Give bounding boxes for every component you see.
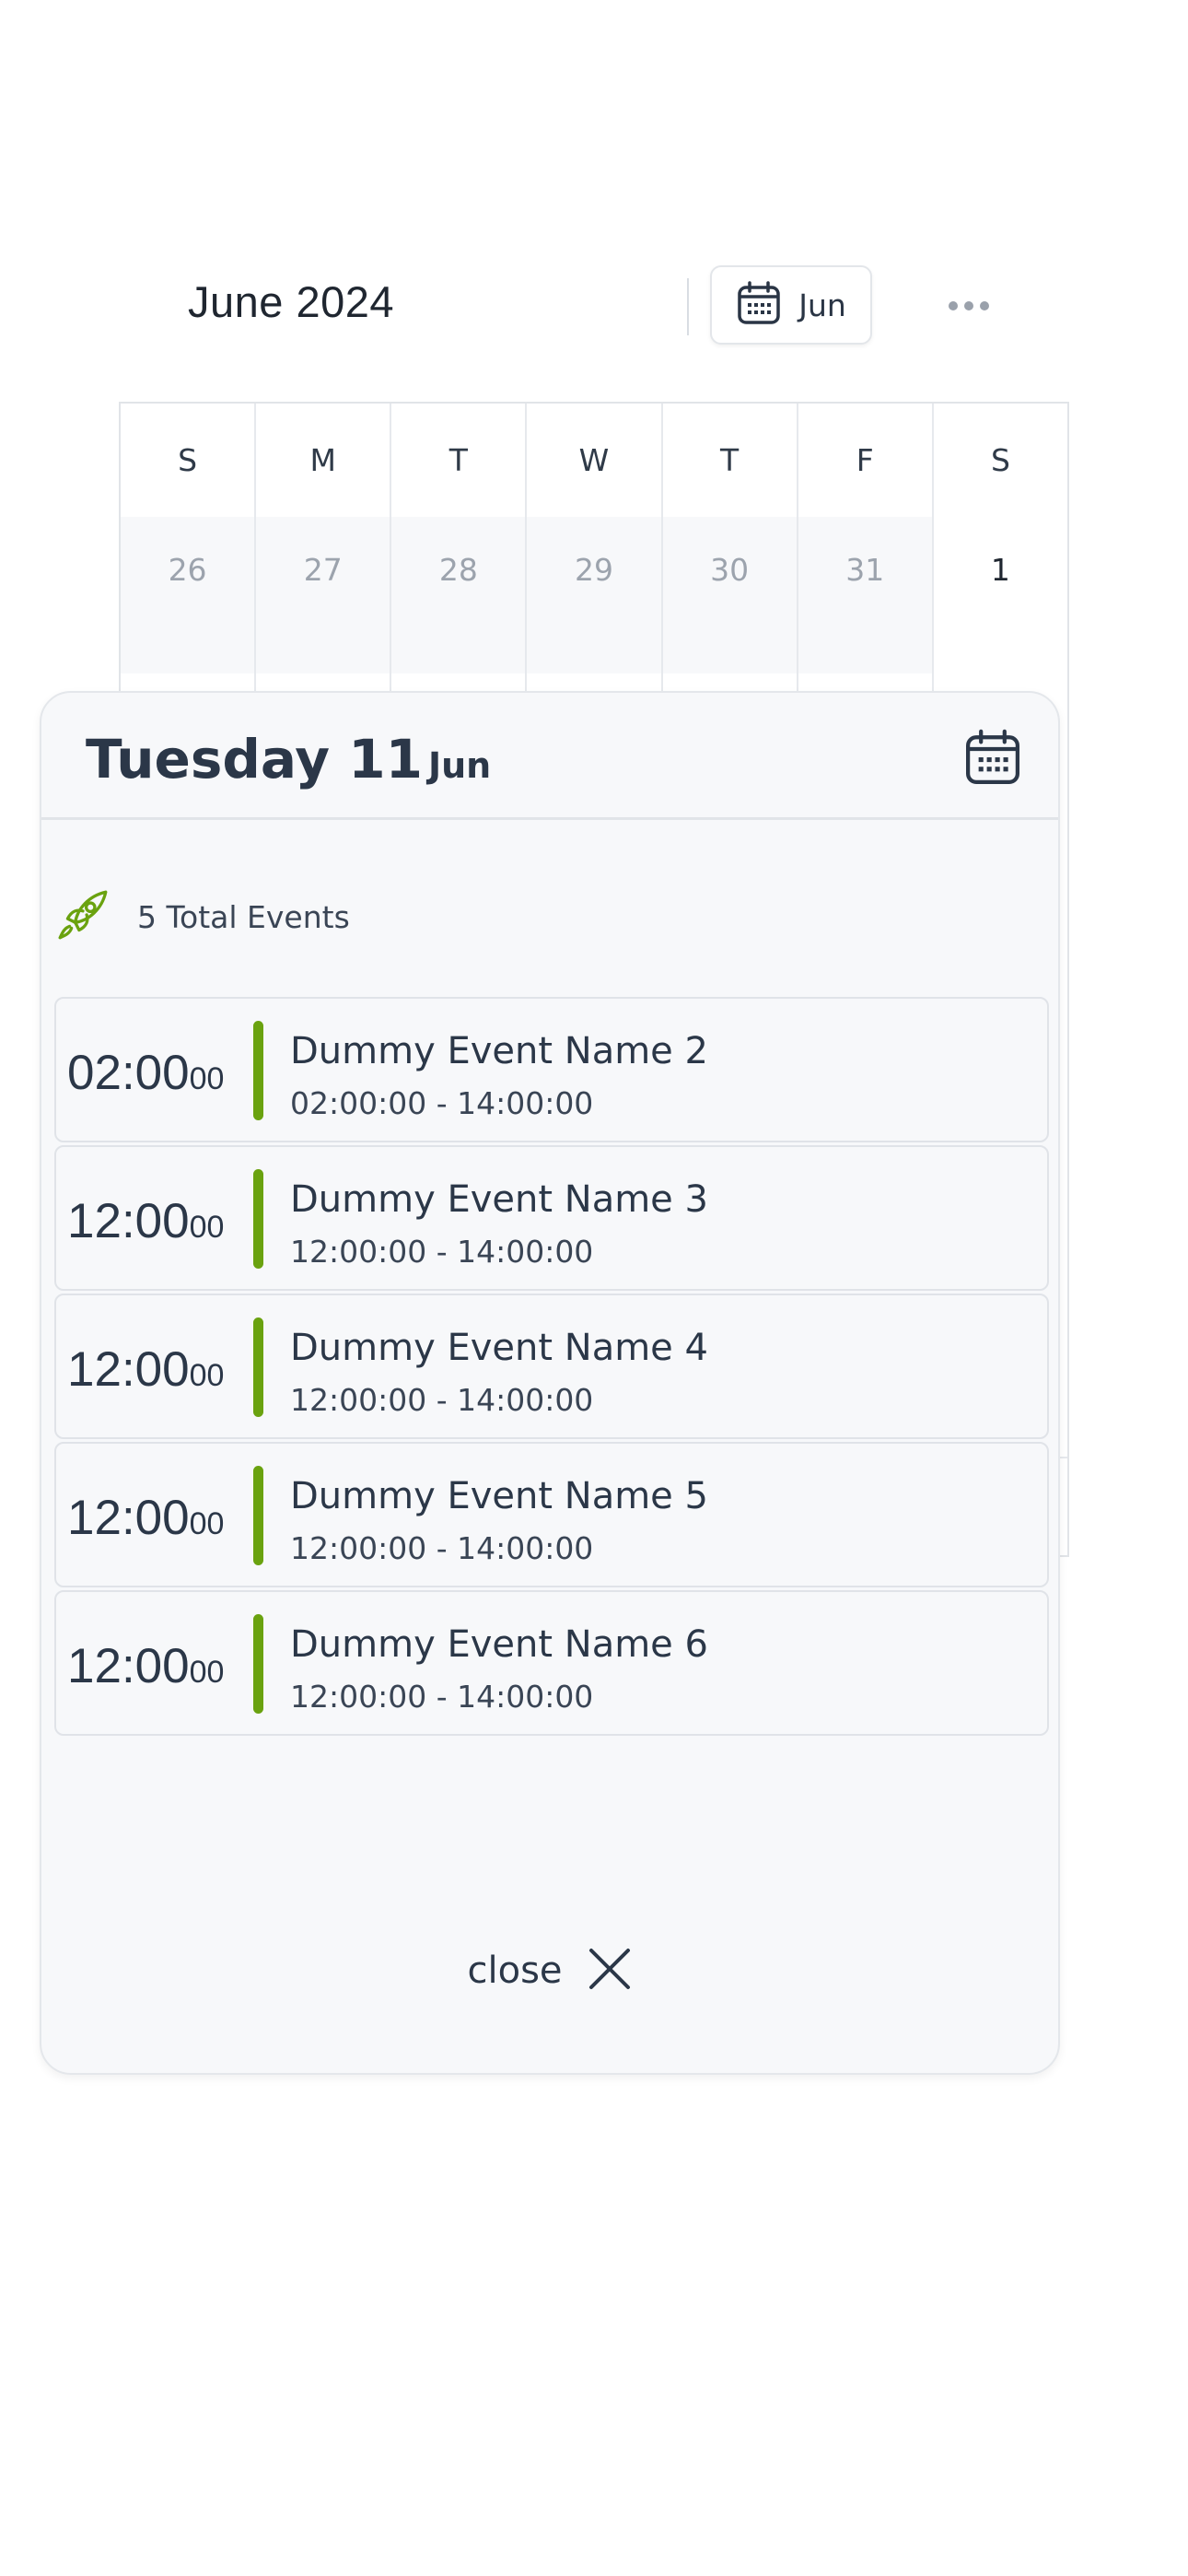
event-start-time: 12:0000 <box>67 1491 225 1545</box>
view-button-label: Jun <box>798 287 846 323</box>
month-title: June 2024 <box>188 277 395 326</box>
event-color-bar <box>253 1466 263 1565</box>
event-name: Dummy Event Name 4 <box>290 1327 708 1369</box>
total-events-label: 5 Total Events <box>137 898 350 935</box>
weekday-label: F <box>798 404 934 517</box>
day-cell[interactable]: 31 <box>798 517 934 673</box>
day-cell[interactable]: 1 <box>933 517 1067 673</box>
header-divider <box>687 278 689 335</box>
month-view-button[interactable]: Jun <box>710 265 872 345</box>
modal-header: Tuesday 11 Jun <box>41 693 1058 820</box>
total-events-row: 5 Total Events <box>54 886 350 947</box>
modal-title: Tuesday 11 Jun <box>86 728 491 790</box>
event-card[interactable]: 02:0000 Dummy Event Name 2 02:00:00 - 14… <box>54 997 1049 1142</box>
modal-month: Jun <box>427 745 492 786</box>
day-events-modal: Tuesday 11 Jun 5 Total Events 02:0000 Du… <box>40 691 1060 2075</box>
weekday-label: M <box>256 404 392 517</box>
calendar-icon[interactable] <box>963 728 1022 790</box>
weekday-label: W <box>527 404 663 517</box>
day-cell[interactable]: 26 <box>121 517 257 673</box>
weekday-label: S <box>990 442 1010 478</box>
close-label: close <box>467 1950 563 1992</box>
event-start-time: 02:0000 <box>67 1046 225 1100</box>
event-name: Dummy Event Name 2 <box>290 1030 708 1072</box>
event-name: Dummy Event Name 3 <box>290 1178 708 1221</box>
event-time-range: 12:00:00 - 14:00:00 <box>290 1382 594 1418</box>
event-time-range: 02:00:00 - 14:00:00 <box>290 1085 594 1121</box>
calendar-icon <box>736 280 782 330</box>
event-name: Dummy Event Name 6 <box>290 1623 708 1666</box>
rocket-icon <box>54 886 111 947</box>
event-card[interactable]: 12:0000 Dummy Event Name 3 12:00:00 - 14… <box>54 1145 1049 1291</box>
event-color-bar <box>253 1021 263 1120</box>
weekday-label: T <box>663 404 798 517</box>
event-card[interactable]: 12:0000 Dummy Event Name 4 12:00:00 - 14… <box>54 1294 1049 1439</box>
day-cell[interactable]: 29 <box>527 517 663 673</box>
week-row: 26 27 28 29 30 31 1 <box>121 517 1067 675</box>
event-time-range: 12:00:00 - 14:00:00 <box>290 1679 594 1715</box>
event-name: Dummy Event Name 5 <box>290 1475 708 1517</box>
weekday-label: T <box>391 404 528 517</box>
modal-weekday-day: Tuesday 11 <box>86 728 423 790</box>
event-card[interactable]: 12:0000 Dummy Event Name 6 12:00:00 - 14… <box>54 1590 1049 1736</box>
event-color-bar <box>253 1169 263 1269</box>
event-color-bar <box>253 1614 263 1714</box>
event-start-time: 12:0000 <box>67 1342 225 1397</box>
day-cell[interactable]: 28 <box>391 517 528 673</box>
close-icon <box>587 1946 633 1996</box>
event-time-range: 12:00:00 - 14:00:00 <box>290 1530 594 1566</box>
more-horizontal-icon <box>949 301 958 310</box>
event-list: 02:0000 Dummy Event Name 2 02:00:00 - 14… <box>54 997 1049 1739</box>
close-button[interactable]: close <box>41 1946 1058 1996</box>
weekday-label: S <box>121 404 257 517</box>
event-time-range: 12:00:00 - 14:00:00 <box>290 1234 594 1270</box>
event-card[interactable]: 12:0000 Dummy Event Name 5 12:00:00 - 14… <box>54 1442 1049 1587</box>
event-start-time: 12:0000 <box>67 1639 225 1693</box>
event-start-time: 12:0000 <box>67 1194 225 1248</box>
weekday-header-row: S M T W T F S <box>121 404 1067 519</box>
day-cell[interactable]: 27 <box>256 517 392 673</box>
more-options-button[interactable] <box>941 282 996 330</box>
event-color-bar <box>253 1317 263 1417</box>
day-cell[interactable]: 30 <box>662 517 798 673</box>
